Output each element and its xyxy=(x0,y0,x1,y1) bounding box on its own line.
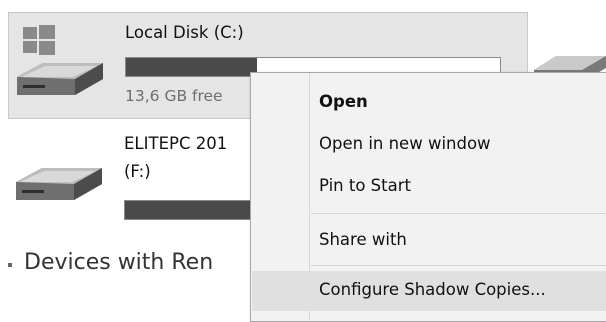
menu-item-label: Share with xyxy=(319,230,407,249)
windows-hard-drive-icon xyxy=(17,25,103,95)
menu-item-label: Open in new window xyxy=(319,134,491,153)
drive-usage-fill-c xyxy=(126,58,257,76)
drive-name-f-line1: ELITEPC 201 xyxy=(124,134,228,153)
menu-item-label: Configure Shadow Copies... xyxy=(319,280,546,299)
drive-name-f-line2: (F:) xyxy=(124,162,151,181)
menu-item-share-with[interactable]: Share with xyxy=(252,221,606,261)
drive-free-space-c: 13,6 GB free xyxy=(125,87,223,105)
menu-separator xyxy=(311,265,606,266)
menu-item-open-new-window[interactable]: Open in new window xyxy=(252,125,606,165)
menu-item-configure-shadow-copies[interactable]: Configure Shadow Copies... xyxy=(252,271,606,311)
section-collapse-caret-icon[interactable] xyxy=(8,263,12,267)
drive-name-c: Local Disk (C:) xyxy=(125,23,244,42)
menu-separator xyxy=(311,213,606,214)
menu-item-open[interactable]: Open xyxy=(252,83,606,123)
menu-item-label: Pin to Start xyxy=(319,176,411,195)
menu-item-pin-to-start[interactable]: Pin to Start xyxy=(252,167,606,207)
section-title-devices: Devices with Ren xyxy=(24,250,214,275)
context-menu: Open Open in new window Pin to Start Sha… xyxy=(250,72,606,322)
menu-item-label: Open xyxy=(319,92,368,111)
removable-drive-icon xyxy=(16,168,102,200)
